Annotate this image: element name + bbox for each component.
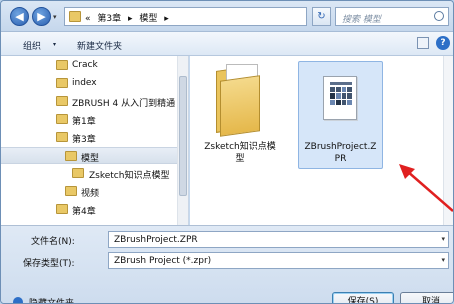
filename-label: 文件名(N):: [31, 237, 75, 247]
tree-item-models[interactable]: 模型: [1, 147, 188, 164]
tree-item-label: 第1章: [72, 117, 96, 127]
tree-item-crack[interactable]: Crack: [1, 57, 188, 74]
save-button[interactable]: 保存(S): [332, 292, 394, 303]
forward-button[interactable]: ▶: [32, 7, 51, 26]
breadcrumb-separator[interactable]: ▸: [164, 14, 169, 24]
file-name: ZBrushProject.Z: [304, 142, 377, 152]
chevron-down-icon[interactable]: ▾: [441, 256, 445, 264]
zpr-file-icon: [323, 76, 357, 120]
new-folder-button[interactable]: 新建文件夹: [77, 39, 122, 52]
tree-item-label: 第3章: [72, 135, 96, 145]
search-icon[interactable]: [434, 11, 444, 21]
annotation-arrow-icon: [399, 164, 453, 212]
nav-scrollbar[interactable]: [177, 56, 188, 225]
chevron-down-icon[interactable]: ▾: [441, 235, 445, 243]
filetype-select[interactable]: ZBrush Project (*.zpr) ▾: [108, 252, 449, 269]
search-placeholder: 搜索 模型: [342, 15, 381, 25]
tree-item-index[interactable]: index: [1, 75, 188, 92]
tree-item-label: 第4章: [72, 207, 96, 217]
filename-field[interactable]: ZBrushProject.ZPR ▾: [108, 231, 449, 248]
save-dialog: ◀ ▶ ▾ « 第3章 ▸ 模型 ▸ ▾ ↻ 搜索 模型 组织 ▾ 新建文件夹 …: [0, 0, 454, 304]
filename-value: ZBrushProject.ZPR: [114, 235, 198, 245]
breadcrumb-item-models[interactable]: 模型: [139, 14, 157, 24]
tree-item-label: Zsketch知识点模型: [89, 171, 170, 181]
breadcrumb-separator[interactable]: ▸: [128, 14, 133, 24]
refresh-button[interactable]: ↻: [312, 7, 331, 26]
tree-item-chapter4[interactable]: 第4章: [1, 201, 188, 218]
save-form: 文件名(N): ZBrushProject.ZPR ▾ 保存类型(T): ZBr…: [1, 225, 453, 304]
organize-button[interactable]: 组织: [23, 39, 41, 52]
search-input[interactable]: 搜索 模型: [335, 7, 449, 26]
file-name-wrap: PR: [334, 154, 347, 164]
folder-front: [220, 75, 260, 137]
file-item-zbrush-project[interactable]: ZBrushProject.Z PR: [298, 61, 383, 169]
zpr-icon-grid: [330, 87, 352, 105]
breadcrumb[interactable]: « 第3章 ▸ 模型 ▸: [85, 11, 173, 24]
nav-scrollbar-thumb[interactable]: [179, 76, 187, 196]
tree-item-zsketch-models[interactable]: Zsketch知识点模型: [1, 165, 188, 182]
folder-icon: [56, 114, 68, 124]
file-item-zsketch-folder[interactable]: Zsketch知识点模 型: [200, 62, 280, 182]
tree-item-label: Crack: [72, 60, 98, 70]
tree-item-label: 视频: [81, 189, 100, 199]
folder-icon: [56, 78, 68, 88]
folder-icon: [65, 186, 77, 196]
folder-icon: [56, 204, 68, 214]
tree-item-videos[interactable]: 视频: [1, 183, 188, 200]
chevron-down-icon[interactable]: ▾: [53, 41, 56, 48]
cancel-button[interactable]: 取消: [400, 292, 453, 303]
breadcrumb-overflow[interactable]: «: [85, 14, 91, 24]
recent-pages-dropdown-icon[interactable]: ▾: [53, 13, 57, 21]
file-name-wrap: 型: [235, 154, 245, 164]
folder-icon: [65, 151, 77, 161]
tree-item-label: 模型: [81, 154, 100, 164]
help-icon[interactable]: ?: [436, 36, 450, 50]
navigation-pane: Crack index ZBRUSH 4 从入门到精通 第1章 第3章 模型 Z…: [1, 56, 189, 225]
tree-item-label: ZBRUSH 4 从入门到精通: [72, 99, 176, 109]
zpr-icon-bar: [330, 82, 352, 85]
view-options-icon[interactable]: [417, 37, 429, 49]
address-box[interactable]: « 第3章 ▸ 模型 ▸ ▾: [64, 7, 363, 26]
file-name: Zsketch知识点模: [204, 142, 276, 152]
tree-item-chapter1[interactable]: 第1章: [1, 111, 188, 128]
tree-item-zbrush-book[interactable]: ZBRUSH 4 从入门到精通: [1, 93, 188, 110]
folder-icon: [72, 168, 84, 178]
breadcrumb-item-chapter3[interactable]: 第3章: [97, 14, 121, 24]
folder-icon: [56, 60, 68, 70]
back-button[interactable]: ◀: [10, 7, 29, 26]
collapse-icon: [13, 297, 23, 303]
folder-icon: [69, 11, 81, 22]
filetype-label: 保存类型(T):: [23, 259, 75, 269]
hide-folders-label: 隐藏文件夹: [29, 299, 75, 304]
toolbar: 组织 ▾ 新建文件夹 ?: [1, 31, 453, 56]
tree-item-label: index: [72, 78, 97, 88]
folder-icon: [56, 96, 68, 106]
tree-item-chapter3[interactable]: 第3章: [1, 129, 188, 146]
address-bar: ◀ ▶ ▾ « 第3章 ▸ 模型 ▸ ▾ ↻ 搜索 模型: [1, 1, 453, 31]
filetype-value: ZBrush Project (*.zpr): [114, 256, 212, 266]
folder-icon: [56, 132, 68, 142]
